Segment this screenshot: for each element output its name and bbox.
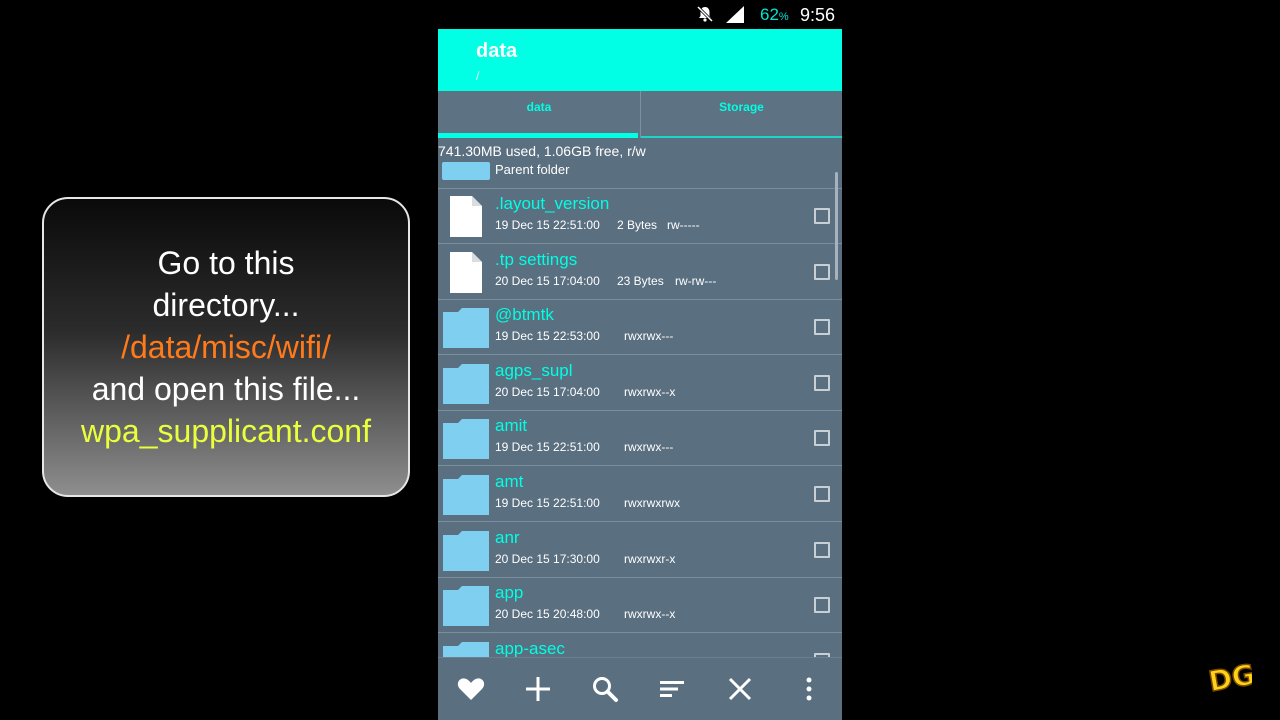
list-item[interactable]: amt 19 Dec 15 22:51:00 rwxrwxrwx xyxy=(438,467,842,522)
list-item[interactable]: app-asec xyxy=(438,634,842,657)
folder-icon xyxy=(443,419,489,459)
search-icon[interactable] xyxy=(590,674,620,704)
tab-data-label: data xyxy=(526,100,552,114)
item-checkbox[interactable] xyxy=(814,375,830,391)
folder-icon xyxy=(443,531,489,571)
item-name: app xyxy=(495,583,524,602)
item-checkbox[interactable] xyxy=(814,319,830,335)
item-name: agps_supl xyxy=(495,361,573,380)
instruction-line-4: and open this file... xyxy=(91,371,361,407)
item-name: .layout_version xyxy=(495,194,610,213)
folder-icon xyxy=(443,308,489,348)
tab-underline xyxy=(641,136,842,138)
item-checkbox[interactable] xyxy=(814,542,830,558)
tab-indicator xyxy=(438,133,638,138)
item-permissions: rwxrwx--- xyxy=(624,329,674,343)
page-title: data xyxy=(476,40,518,62)
tab-data[interactable]: data xyxy=(438,91,640,138)
list-item[interactable]: .layout_version 19 Dec 15 22:51:00 2 Byt… xyxy=(438,189,842,244)
svg-text:DG: DG xyxy=(1206,658,1252,694)
dg-logo: DG xyxy=(1206,657,1252,694)
file-icon xyxy=(450,252,482,293)
folder-icon xyxy=(443,586,489,626)
clock: 9:56 xyxy=(800,5,836,25)
item-name: app-asec xyxy=(495,639,565,657)
storage-info: 741.30MB used, 1.06GB free, r/w xyxy=(438,143,646,159)
item-permissions: rw-rw--- xyxy=(675,274,717,288)
instruction-line-2: directory... xyxy=(152,287,300,323)
item-permissions: rwxrwxr-x xyxy=(624,552,676,566)
item-permissions: rwxrwx--x xyxy=(624,385,676,399)
tab-bar: data Storage xyxy=(438,91,842,138)
instruction-line-1: Go to this xyxy=(157,245,295,281)
status-bar: 62% 9:56 xyxy=(438,0,842,29)
item-permissions: rwxrwx--x xyxy=(624,607,676,621)
item-name: .tp settings xyxy=(495,250,578,269)
tab-storage-label: Storage xyxy=(719,100,764,114)
item-date: 20 Dec 15 17:04:00 xyxy=(495,274,600,288)
item-date: 20 Dec 15 20:48:00 xyxy=(495,607,600,621)
item-checkbox[interactable] xyxy=(814,264,830,280)
item-name: amt xyxy=(495,472,524,491)
folder-icon xyxy=(443,642,489,657)
page-subtitle: / xyxy=(476,69,480,83)
item-name: amit xyxy=(495,416,528,435)
item-date: 19 Dec 15 22:51:00 xyxy=(495,440,600,454)
item-name: anr xyxy=(495,528,520,547)
plus-icon[interactable] xyxy=(523,674,553,704)
more-vert-icon[interactable] xyxy=(794,674,824,704)
notifications-off-icon xyxy=(696,5,714,23)
instruction-path: /data/misc/wifi/ xyxy=(121,329,331,365)
list-item[interactable]: agps_supl 20 Dec 15 17:04:00 rwxrwx--x xyxy=(438,356,842,411)
heart-icon[interactable] xyxy=(456,674,486,704)
item-permissions: rw----- xyxy=(667,218,700,232)
item-checkbox[interactable] xyxy=(814,208,830,224)
file-icon xyxy=(450,196,482,237)
bottom-toolbar xyxy=(438,657,842,720)
sort-icon[interactable] xyxy=(657,674,687,704)
item-date: 19 Dec 15 22:51:00 xyxy=(495,218,600,232)
item-checkbox[interactable] xyxy=(814,486,830,502)
item-permissions: rwxrwxrwx xyxy=(624,496,680,510)
item-size: 2 Bytes xyxy=(617,218,658,232)
item-date: 20 Dec 15 17:30:00 xyxy=(495,552,600,566)
item-size: 23 Bytes xyxy=(617,274,664,288)
tab-storage[interactable]: Storage xyxy=(640,91,842,138)
item-checkbox[interactable] xyxy=(814,430,830,446)
folder-icon xyxy=(442,162,490,180)
folder-icon xyxy=(443,475,489,515)
instruction-filename: wpa_supplicant.conf xyxy=(81,413,371,449)
item-date: 19 Dec 15 22:53:00 xyxy=(495,329,600,343)
list-item[interactable]: amit 19 Dec 15 22:51:00 rwxrwx--- xyxy=(438,411,842,466)
instruction-overlay: Go to this directory... /data/misc/wifi/… xyxy=(42,197,410,497)
list-item[interactable]: @btmtk 19 Dec 15 22:53:00 rwxrwx--- xyxy=(438,300,842,355)
folder-icon xyxy=(443,364,489,404)
phone-screen: 62% 9:56 data / data Storage 741.30MB us… xyxy=(438,0,842,720)
close-icon[interactable] xyxy=(725,674,755,704)
parent-folder-row[interactable]: Parent folder xyxy=(438,160,842,189)
list-item[interactable]: app 20 Dec 15 20:48:00 rwxrwx--x xyxy=(438,578,842,633)
file-list: .layout_version 19 Dec 15 22:51:00 2 Byt… xyxy=(438,189,842,657)
list-item[interactable]: anr 20 Dec 15 17:30:00 rwxrwxr-x xyxy=(438,523,842,578)
item-name: @btmtk xyxy=(495,305,554,324)
item-checkbox[interactable] xyxy=(814,597,830,613)
scrollbar[interactable] xyxy=(835,172,838,280)
battery-level: 62% xyxy=(760,5,789,24)
list-item[interactable]: .tp settings 20 Dec 15 17:04:00 23 Bytes… xyxy=(438,245,842,300)
app-bar: data / xyxy=(438,29,842,91)
parent-folder-label: Parent folder xyxy=(495,162,570,177)
item-date: 20 Dec 15 17:04:00 xyxy=(495,385,600,399)
item-date: 19 Dec 15 22:51:00 xyxy=(495,496,600,510)
item-permissions: rwxrwx--- xyxy=(624,440,674,454)
signal-icon xyxy=(726,6,744,23)
